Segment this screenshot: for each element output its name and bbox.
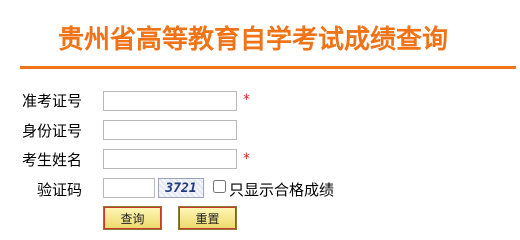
required-mark: *: [243, 92, 250, 108]
exam-number-input[interactable]: [103, 91, 237, 111]
exam-number-label: 准考证号: [22, 92, 83, 110]
passed-only-checkbox[interactable]: [213, 180, 226, 193]
id-number-input[interactable]: [103, 120, 237, 140]
query-button[interactable]: 查询: [103, 206, 162, 230]
name-label: 考生姓名: [22, 151, 83, 169]
captcha-input[interactable]: [103, 178, 155, 198]
passed-only-label[interactable]: 只显示合格成绩: [229, 179, 334, 200]
page-title: 贵州省高等教育自学考试成绩查询: [58, 25, 449, 55]
captcha-text: 3721: [165, 180, 197, 196]
captcha-image[interactable]: 3721: [158, 178, 204, 198]
reset-button[interactable]: 重置: [178, 206, 237, 230]
name-input[interactable]: [103, 149, 237, 169]
id-number-label: 身份证号: [22, 122, 83, 140]
captcha-label: 验证码: [37, 181, 83, 199]
title-divider: [20, 66, 516, 69]
required-mark: *: [243, 151, 250, 167]
